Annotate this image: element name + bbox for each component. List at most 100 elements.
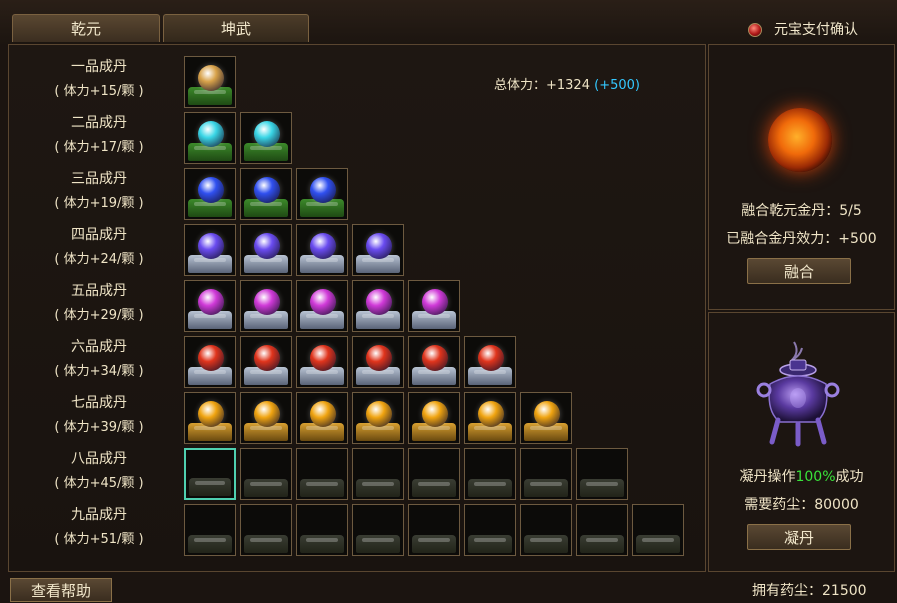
pill-slot[interactable] <box>352 336 404 388</box>
pill-stand-icon <box>468 479 512 497</box>
empty-pill-slot[interactable] <box>520 448 572 500</box>
cauldron-icon <box>756 341 840 447</box>
pill-orb-icon <box>198 289 224 315</box>
pill-stand-icon <box>636 535 680 553</box>
empty-pill-slot[interactable] <box>240 448 292 500</box>
yuanbao-confirm-toggle[interactable]: 元宝支付确认 <box>748 20 858 40</box>
empty-pill-slot[interactable] <box>184 448 236 500</box>
pill-slot[interactable] <box>296 280 348 332</box>
pill-slot[interactable] <box>240 336 292 388</box>
tab-kunwu[interactable]: 坤武 <box>163 14 309 42</box>
pill-slot[interactable] <box>184 224 236 276</box>
pill-slot[interactable] <box>408 280 460 332</box>
pill-row-label: 八品成丹 ( 体力+45/颗 ) <box>24 450 174 493</box>
pill-slot[interactable] <box>296 336 348 388</box>
pill-orb-icon <box>310 289 336 315</box>
pill-stand-icon <box>300 479 344 497</box>
total-stamina: 总体力：+1324 (+500) <box>494 74 640 93</box>
empty-pill-slot[interactable] <box>184 504 236 556</box>
total-stamina-bonus: (+500) <box>594 78 640 93</box>
pill-row-label: 四品成丹 ( 体力+24/颗 ) <box>24 226 174 269</box>
pill-slot[interactable] <box>408 392 460 444</box>
pill-orb-icon <box>198 233 224 259</box>
pill-slot[interactable] <box>184 280 236 332</box>
pill-grade-stat: ( 体力+17/颗 ) <box>54 140 144 155</box>
pill-orb-icon <box>366 345 392 371</box>
pill-grade-name: 九品成丹 <box>71 507 127 523</box>
pill-stand-icon <box>524 479 568 497</box>
pill-slot[interactable] <box>296 392 348 444</box>
pill-slot[interactable] <box>184 168 236 220</box>
pill-slot[interactable] <box>240 168 292 220</box>
pill-orb-icon <box>198 401 224 427</box>
help-button[interactable]: 查看帮助 <box>10 578 112 602</box>
pill-slot[interactable] <box>184 112 236 164</box>
pill-orb-icon <box>310 177 336 203</box>
pill-grade-name: 三品成丹 <box>71 171 127 187</box>
yuanbao-confirm-label: 元宝支付确认 <box>774 22 858 38</box>
pill-slot[interactable] <box>352 224 404 276</box>
pill-stand-icon <box>244 479 288 497</box>
empty-pill-slot[interactable] <box>464 448 516 500</box>
empty-pill-slot[interactable] <box>352 504 404 556</box>
pill-slot[interactable] <box>520 392 572 444</box>
pill-grade-name: 八品成丹 <box>71 451 127 467</box>
pill-slot[interactable] <box>184 392 236 444</box>
pill-grade-stat: ( 体力+51/颗 ) <box>54 532 144 547</box>
pill-slot[interactable] <box>296 224 348 276</box>
pill-orb-icon <box>254 177 280 203</box>
condense-button[interactable]: 凝丹 <box>747 524 851 550</box>
pill-slot[interactable] <box>408 336 460 388</box>
golden-core-icon <box>768 108 832 172</box>
pill-orb-icon <box>366 289 392 315</box>
empty-pill-slot[interactable] <box>240 504 292 556</box>
empty-pill-slot[interactable] <box>464 504 516 556</box>
empty-pill-slot[interactable] <box>352 448 404 500</box>
pill-grade-stat: ( 体力+34/颗 ) <box>54 364 144 379</box>
pill-orb-icon <box>310 233 336 259</box>
pill-slot[interactable] <box>240 392 292 444</box>
pill-slot[interactable] <box>464 336 516 388</box>
fuse-button[interactable]: 融合 <box>747 258 851 284</box>
pill-stand-icon <box>244 535 288 553</box>
pill-slot[interactable] <box>184 336 236 388</box>
pill-row-label: 五品成丹 ( 体力+29/颗 ) <box>24 282 174 325</box>
pill-slot[interactable] <box>240 112 292 164</box>
pill-orb-icon <box>422 289 448 315</box>
pill-slot[interactable] <box>240 280 292 332</box>
pill-slot[interactable] <box>352 280 404 332</box>
empty-pill-slot[interactable] <box>408 504 460 556</box>
empty-pill-slot[interactable] <box>296 448 348 500</box>
empty-pill-slot[interactable] <box>296 504 348 556</box>
fusion-effect: 已融合金丹效力：+500 <box>726 231 877 247</box>
pill-orb-icon <box>198 121 224 147</box>
pill-slot[interactable] <box>296 168 348 220</box>
pill-slot[interactable] <box>352 392 404 444</box>
pill-slot[interactable] <box>184 56 236 108</box>
condense-rate-suffix: 成功 <box>835 469 864 485</box>
pill-stand-icon <box>412 535 456 553</box>
empty-pill-slot[interactable] <box>520 504 572 556</box>
pill-slot[interactable] <box>464 392 516 444</box>
pill-row-label: 一品成丹 ( 体力+15/颗 ) <box>24 58 174 101</box>
pill-orb-icon <box>478 345 504 371</box>
empty-pill-slot[interactable] <box>576 504 628 556</box>
pill-row-label: 七品成丹 ( 体力+39/颗 ) <box>24 394 174 437</box>
pill-orb-icon <box>422 401 448 427</box>
condense-rate-prefix: 凝丹操作 <box>739 469 796 485</box>
pill-slot[interactable] <box>240 224 292 276</box>
pill-grade-stat: ( 体力+15/颗 ) <box>54 84 144 99</box>
pill-stand-icon <box>300 535 344 553</box>
owned-dust: 拥有药尘：21500 <box>752 583 867 599</box>
pill-orb-icon <box>198 177 224 203</box>
empty-pill-slot[interactable] <box>576 448 628 500</box>
tab-qianyuan[interactable]: 乾元 <box>12 14 160 42</box>
pill-stand-icon <box>580 479 624 497</box>
pill-orb-icon <box>254 401 280 427</box>
pill-orb-icon <box>366 401 392 427</box>
radio-icon[interactable] <box>748 23 762 37</box>
empty-pill-slot[interactable] <box>632 504 684 556</box>
total-stamina-label: 总体力：+1324 <box>494 78 590 93</box>
empty-pill-slot[interactable] <box>408 448 460 500</box>
pill-row-label: 六品成丹 ( 体力+34/颗 ) <box>24 338 174 381</box>
